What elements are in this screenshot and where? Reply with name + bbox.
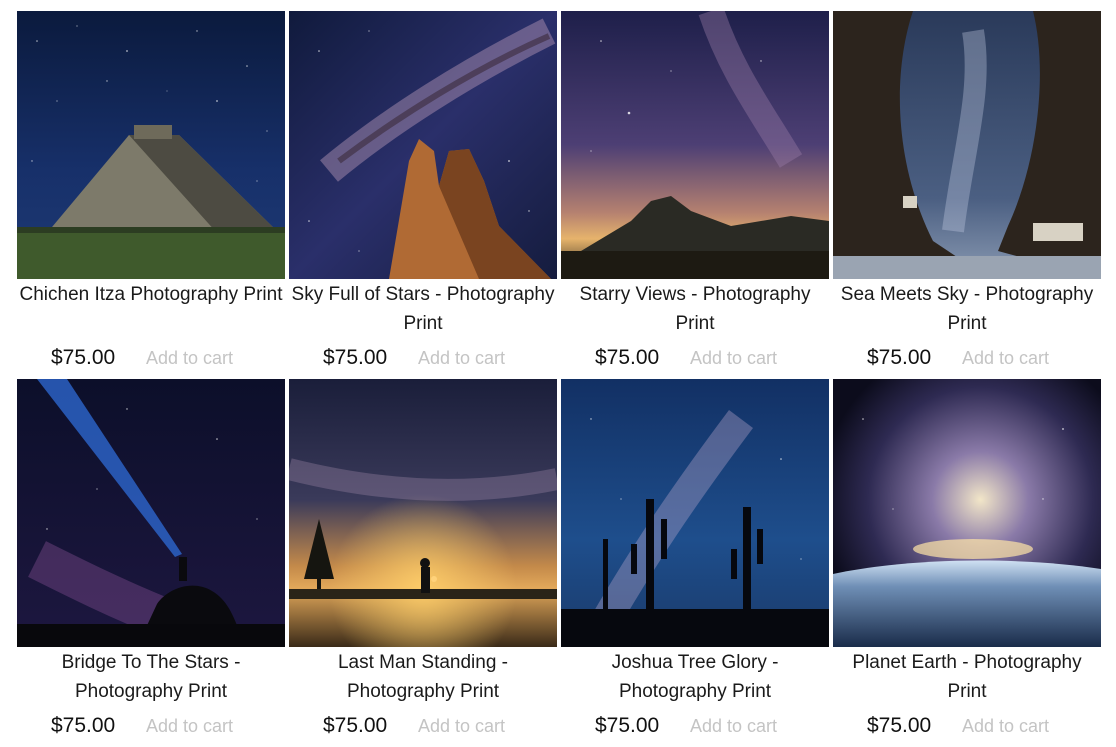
pyramid-night-image xyxy=(17,11,285,279)
add-to-cart-button[interactable]: Add to cart xyxy=(690,344,777,372)
product-card: Last Man Standing - Photography Print $7… xyxy=(289,379,557,747)
product-title[interactable]: Sky Full of Stars - Photography Print xyxy=(289,280,557,338)
product-card: Chichen Itza Photography Print $75.00 Ad… xyxy=(17,11,285,379)
product-image-chichen-itza[interactable] xyxy=(17,11,285,279)
product-title[interactable]: Planet Earth - Photography Print xyxy=(833,648,1101,706)
product-title[interactable]: Last Man Standing - Photography Print xyxy=(289,648,557,706)
mountain-sunset-image xyxy=(561,11,829,279)
product-card: Sea Meets Sky - Photography Print $75.00… xyxy=(833,11,1101,379)
add-to-cart-button[interactable]: Add to cart xyxy=(146,712,233,740)
add-to-cart-button[interactable]: Add to cart xyxy=(962,344,1049,372)
flashlight-beam-image xyxy=(17,379,285,647)
price-row: $75.00 Add to cart xyxy=(17,343,285,373)
product-price: $75.00 xyxy=(51,714,116,737)
lantern-field-image xyxy=(289,379,557,647)
product-image-joshua-tree-glory[interactable] xyxy=(561,379,829,647)
product-image-planet-earth[interactable] xyxy=(833,379,1101,647)
product-card: Bridge To The Stars - Photography Print … xyxy=(17,379,285,747)
product-card: Joshua Tree Glory - Photography Print $7… xyxy=(561,379,829,747)
product-price: $75.00 xyxy=(595,714,660,737)
add-to-cart-button[interactable]: Add to cart xyxy=(418,344,505,372)
galaxy-earth-image xyxy=(833,379,1101,647)
product-grid: Chichen Itza Photography Print $75.00 Ad… xyxy=(17,11,1101,747)
product-title[interactable]: Joshua Tree Glory - Photography Print xyxy=(561,648,829,706)
product-price: $75.00 xyxy=(323,346,388,369)
product-image-starry-views[interactable] xyxy=(561,11,829,279)
price-row: $75.00 Add to cart xyxy=(289,711,557,741)
cactus-night-image xyxy=(561,379,829,647)
price-row: $75.00 Add to cart xyxy=(17,711,285,741)
product-title[interactable]: Bridge To The Stars - Photography Print xyxy=(17,648,285,706)
product-card: Starry Views - Photography Print $75.00 … xyxy=(561,11,829,379)
product-image-sky-full-of-stars[interactable] xyxy=(289,11,557,279)
add-to-cart-button[interactable]: Add to cart xyxy=(146,344,233,372)
add-to-cart-button[interactable]: Add to cart xyxy=(690,712,777,740)
product-title[interactable]: Chichen Itza Photography Print xyxy=(17,280,285,338)
milky-way-rock-image xyxy=(289,11,557,279)
price-row: $75.00 Add to cart xyxy=(833,711,1101,741)
product-price: $75.00 xyxy=(867,346,932,369)
product-image-last-man-standing[interactable] xyxy=(289,379,557,647)
product-image-bridge-to-the-stars[interactable] xyxy=(17,379,285,647)
price-row: $75.00 Add to cart xyxy=(833,343,1101,373)
product-image-sea-meets-sky[interactable] xyxy=(833,11,1101,279)
product-price: $75.00 xyxy=(867,714,932,737)
product-price: $75.00 xyxy=(51,346,116,369)
product-title[interactable]: Sea Meets Sky - Photography Print xyxy=(833,280,1101,338)
sea-cave-image xyxy=(833,11,1101,279)
product-title[interactable]: Starry Views - Photography Print xyxy=(561,280,829,338)
price-row: $75.00 Add to cart xyxy=(561,711,829,741)
add-to-cart-button[interactable]: Add to cart xyxy=(418,712,505,740)
price-row: $75.00 Add to cart xyxy=(289,343,557,373)
product-card: Planet Earth - Photography Print $75.00 … xyxy=(833,379,1101,747)
add-to-cart-button[interactable]: Add to cart xyxy=(962,712,1049,740)
product-card: Sky Full of Stars - Photography Print $7… xyxy=(289,11,557,379)
product-price: $75.00 xyxy=(595,346,660,369)
price-row: $75.00 Add to cart xyxy=(561,343,829,373)
product-price: $75.00 xyxy=(323,714,388,737)
